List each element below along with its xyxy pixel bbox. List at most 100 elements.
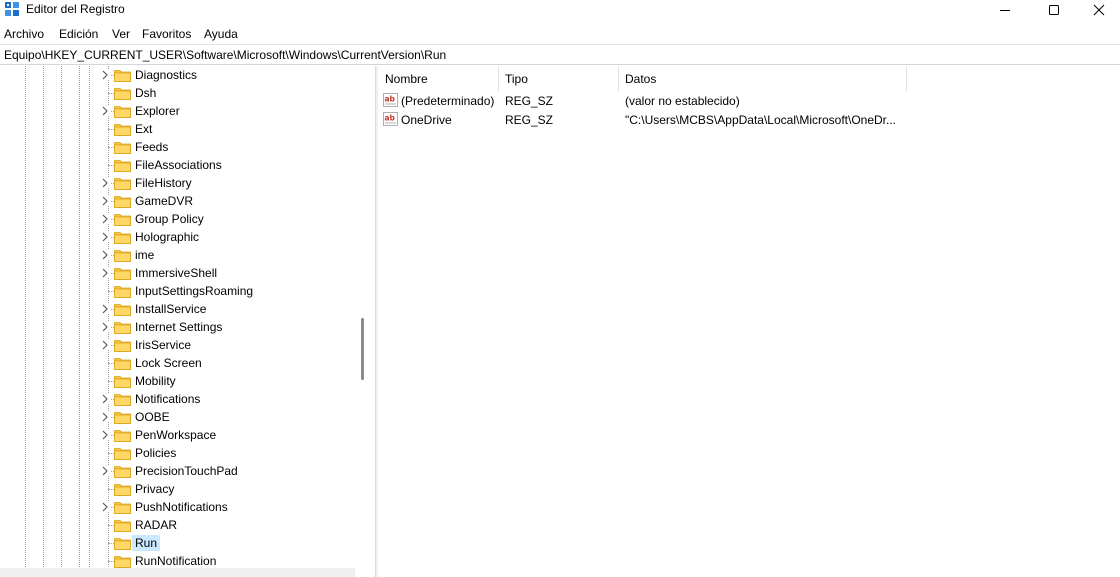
folder-icon	[114, 160, 131, 172]
minimize-button[interactable]	[982, 0, 1028, 20]
tree-item-label: ime	[135, 248, 155, 262]
tree-item[interactable]: OOBE	[0, 408, 355, 426]
tree-item[interactable]: Privacy	[0, 480, 355, 498]
chevron-right-icon[interactable]	[100, 232, 110, 242]
folder-icon	[114, 430, 131, 442]
string-value-icon: ab	[383, 93, 398, 107]
menu-edicion[interactable]: Edición	[59, 27, 98, 41]
tree-item[interactable]: Policies	[0, 444, 355, 462]
chevron-right-icon[interactable]	[100, 412, 110, 422]
chevron-right-icon[interactable]	[100, 430, 110, 440]
tree-item-label: ImmersiveShell	[135, 266, 218, 280]
tree-item[interactable]: InputSettingsRoaming	[0, 282, 355, 300]
values-list[interactable]: Nombre Tipo Datos ab (Predeterminado) REG_…	[378, 66, 1120, 577]
value-row[interactable]: ab (Predeterminado) REG_SZ (valor no establ…	[378, 91, 1120, 110]
close-button[interactable]	[1076, 0, 1120, 20]
tree-item-label: RADAR	[135, 518, 178, 532]
menu-ayuda[interactable]: Ayuda	[204, 27, 238, 41]
tree-item[interactable]: Holographic	[0, 228, 355, 246]
chevron-right-icon[interactable]	[100, 340, 110, 350]
tree-item[interactable]: Group Policy	[0, 210, 355, 228]
column-separator[interactable]	[618, 66, 619, 92]
menu-archivo[interactable]: Archivo	[4, 27, 44, 41]
address-bar[interactable]: Equipo\HKEY_CURRENT_USER\Software\Micros…	[0, 44, 1120, 65]
menu-favoritos[interactable]: Favoritos	[142, 27, 191, 41]
menu-bar: Archivo Edición Ver Favoritos Ayuda	[0, 24, 1120, 44]
tree-item-label: FileAssociations	[135, 158, 222, 172]
key-tree[interactable]: Diagnostics Dsh Explorer Ext Feeds FileAssoci…	[0, 66, 370, 577]
chevron-right-icon[interactable]	[100, 250, 110, 260]
tree-item[interactable]: RADAR	[0, 516, 355, 534]
tree-item[interactable]: Lock Screen	[0, 354, 355, 372]
value-name: OneDrive	[401, 113, 452, 127]
tree-item-label: Explorer	[135, 104, 180, 118]
folder-icon	[114, 286, 131, 298]
column-header-tipo[interactable]: Tipo	[505, 69, 528, 93]
tree-item[interactable]: Ext	[0, 120, 355, 138]
maximize-button[interactable]	[1031, 0, 1077, 20]
tree-item[interactable]: Diagnostics	[0, 66, 355, 84]
folder-icon	[114, 340, 131, 352]
folder-icon	[114, 538, 131, 550]
column-separator[interactable]	[906, 66, 907, 92]
folder-icon	[114, 394, 131, 406]
tree-item[interactable]: PushNotifications	[0, 498, 355, 516]
tree-item[interactable]: InstallService	[0, 300, 355, 318]
tree-item[interactable]: Explorer	[0, 102, 355, 120]
tree-item-label: PushNotifications	[135, 500, 228, 514]
tree-item-label: Run	[132, 535, 161, 551]
chevron-right-icon[interactable]	[100, 304, 110, 314]
tree-item-label: Internet Settings	[135, 320, 223, 334]
tree-item[interactable]: Run	[0, 534, 355, 552]
tree-item-label: Holographic	[135, 230, 200, 244]
tree-item[interactable]: IrisService	[0, 336, 355, 354]
column-separator[interactable]	[498, 66, 499, 92]
tree-item[interactable]: GameDVR	[0, 192, 355, 210]
tree-item-label: InputSettingsRoaming	[135, 284, 254, 298]
tree-item[interactable]: Internet Settings	[0, 318, 355, 336]
chevron-right-icon[interactable]	[100, 394, 110, 404]
string-value-icon: ab	[383, 112, 398, 126]
menu-ver[interactable]: Ver	[112, 27, 130, 41]
tree-scroll-thumb[interactable]	[361, 318, 364, 380]
chevron-right-icon[interactable]	[100, 70, 110, 80]
chevron-right-icon[interactable]	[100, 214, 110, 224]
chevron-right-icon[interactable]	[100, 322, 110, 332]
folder-icon	[114, 268, 131, 280]
folder-icon	[114, 376, 131, 388]
chevron-right-icon[interactable]	[100, 196, 110, 206]
value-row[interactable]: ab OneDrive REG_SZ "C:\Users\MCBS\AppData\L…	[378, 110, 1120, 129]
address-path[interactable]: Equipo\HKEY_CURRENT_USER\Software\Micros…	[4, 48, 446, 62]
column-header-datos[interactable]: Datos	[625, 69, 656, 93]
tree-item[interactable]: ImmersiveShell	[0, 264, 355, 282]
tree-item-label: FileHistory	[135, 176, 192, 190]
tree-item[interactable]: Notifications	[0, 390, 355, 408]
tree-item[interactable]: FileAssociations	[0, 156, 355, 174]
tree-item[interactable]: Feeds	[0, 138, 355, 156]
folder-icon	[114, 304, 131, 316]
chevron-right-icon[interactable]	[100, 268, 110, 278]
tree-item[interactable]: PenWorkspace	[0, 426, 355, 444]
chevron-right-icon[interactable]	[100, 106, 110, 116]
folder-icon	[114, 250, 131, 262]
svg-text:ab: ab	[385, 95, 396, 104]
tree-item[interactable]: Dsh	[0, 84, 355, 102]
tree-item-label: Lock Screen	[135, 356, 202, 370]
tree-item[interactable]: ime	[0, 246, 355, 264]
folder-icon	[114, 106, 131, 118]
tree-item[interactable]: FileHistory	[0, 174, 355, 192]
chevron-right-icon[interactable]	[100, 466, 110, 476]
tree-item[interactable]: Mobility	[0, 372, 355, 390]
value-data: (valor no establecido)	[625, 94, 740, 108]
maximize-icon	[1049, 5, 1059, 15]
tree-item[interactable]: PrecisionTouchPad	[0, 462, 355, 480]
tree-item-label: Dsh	[135, 86, 157, 100]
column-header-nombre[interactable]: Nombre	[385, 69, 428, 93]
chevron-right-icon[interactable]	[100, 178, 110, 188]
folder-icon	[114, 358, 131, 370]
chevron-right-icon[interactable]	[100, 502, 110, 512]
tree-item-label: Diagnostics	[135, 68, 198, 82]
tree-item-label: Group Policy	[135, 212, 204, 226]
tree-horizontal-scrollbar[interactable]	[0, 568, 355, 577]
tree-item-label: Notifications	[135, 392, 201, 406]
